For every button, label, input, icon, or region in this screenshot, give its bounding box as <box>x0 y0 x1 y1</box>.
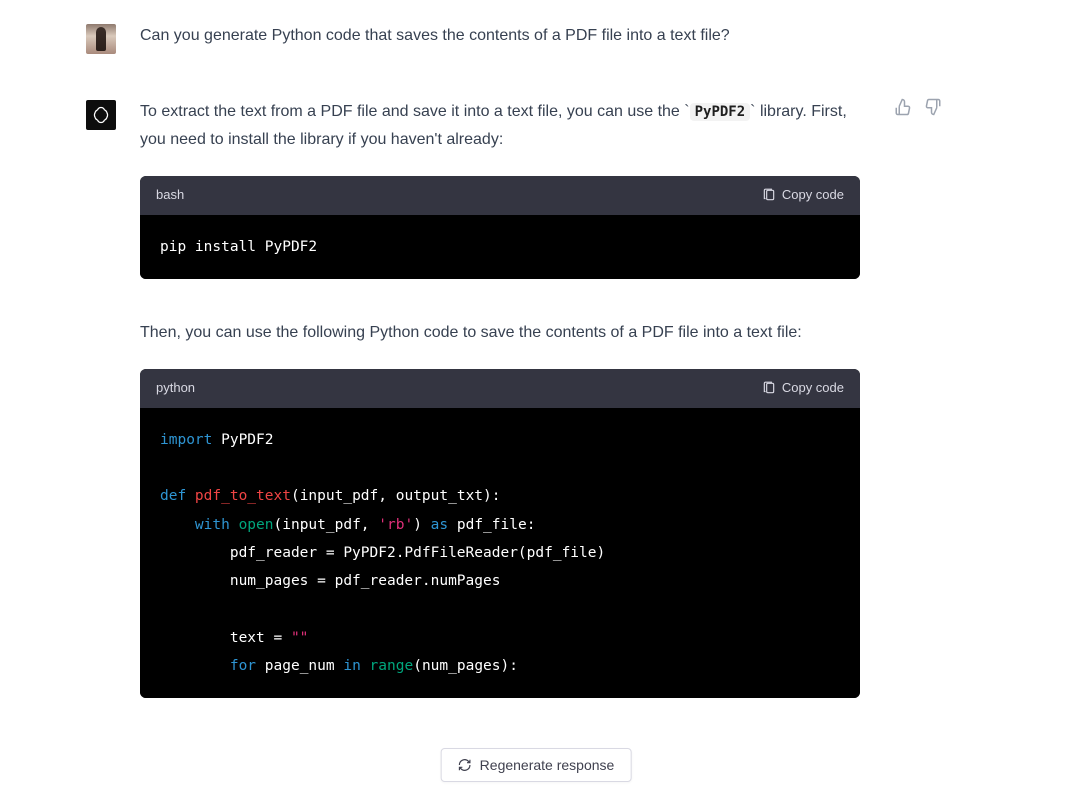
code-header: python Copy code <box>140 369 860 408</box>
user-message: Can you generate Python code that saves … <box>0 0 1072 76</box>
token-plain: (input_pdf, output_txt): <box>291 488 501 504</box>
assistant-mid-paragraph: Then, you can use the following Python c… <box>140 319 860 347</box>
regenerate-label: Regenerate response <box>480 757 615 773</box>
token-plain: page_num <box>256 658 343 674</box>
assistant-avatar <box>86 100 116 130</box>
user-text: Can you generate Python code that saves … <box>140 22 860 50</box>
openai-logo-icon <box>91 105 111 125</box>
token-keyword: with <box>195 517 230 533</box>
copy-code-label: Copy code <box>782 184 844 207</box>
copy-code-label: Copy code <box>782 377 844 400</box>
inline-code-pypdf2: PyPDF2 <box>690 103 751 121</box>
token-plain: pdf_reader = PyPDF2.PdfFileReader(pdf_fi… <box>160 545 605 561</box>
token-plain: ) <box>413 517 430 533</box>
assistant-intro: To extract the text from a PDF file and … <box>140 98 860 154</box>
token-plain: num_pages = pdf_reader.numPages <box>160 573 500 589</box>
code-block-python: python Copy code import PyPDF2 def pdf_t… <box>140 369 860 698</box>
clipboard-icon <box>762 188 776 202</box>
token-plain: text = <box>160 630 291 646</box>
token-plain: (num_pages): <box>413 658 518 674</box>
token-keyword: import <box>160 432 212 448</box>
token-keyword: as <box>431 517 448 533</box>
code-language-label: bash <box>156 184 184 207</box>
token-function: pdf_to_text <box>186 488 291 504</box>
token-keyword: in <box>343 658 360 674</box>
token-builtin: open <box>230 517 274 533</box>
token-string: 'rb' <box>378 517 413 533</box>
copy-code-button[interactable]: Copy code <box>762 184 844 207</box>
user-content: Can you generate Python code that saves … <box>140 22 960 54</box>
token-string: "" <box>291 630 308 646</box>
code-header: bash Copy code <box>140 176 860 215</box>
user-avatar <box>86 24 116 54</box>
intro-before: To extract the text from a PDF file and … <box>140 103 684 120</box>
token-plain: PyPDF2 <box>212 432 273 448</box>
code-language-label: python <box>156 377 195 400</box>
thumbs-up-icon[interactable] <box>894 98 912 116</box>
assistant-content: To extract the text from a PDF file and … <box>140 98 960 698</box>
token-keyword: def <box>160 488 186 504</box>
code-block-bash: bash Copy code pip install PyPDF2 <box>140 176 860 279</box>
code-body-python[interactable]: import PyPDF2 def pdf_to_text(input_pdf,… <box>140 408 860 698</box>
avatar-column <box>0 22 140 54</box>
token-plain: pdf_file: <box>448 517 535 533</box>
regenerate-button[interactable]: Regenerate response <box>441 748 632 782</box>
token-plain: (input_pdf, <box>274 517 379 533</box>
feedback-buttons <box>894 98 942 116</box>
assistant-message: To extract the text from a PDF file and … <box>0 76 1072 720</box>
token-builtin: range <box>361 658 413 674</box>
refresh-icon <box>458 758 472 772</box>
clipboard-icon <box>762 381 776 395</box>
code-body-bash[interactable]: pip install PyPDF2 <box>140 215 860 279</box>
token-keyword: for <box>230 658 256 674</box>
avatar-column <box>0 98 140 698</box>
thumbs-down-icon[interactable] <box>924 98 942 116</box>
copy-code-button[interactable]: Copy code <box>762 377 844 400</box>
